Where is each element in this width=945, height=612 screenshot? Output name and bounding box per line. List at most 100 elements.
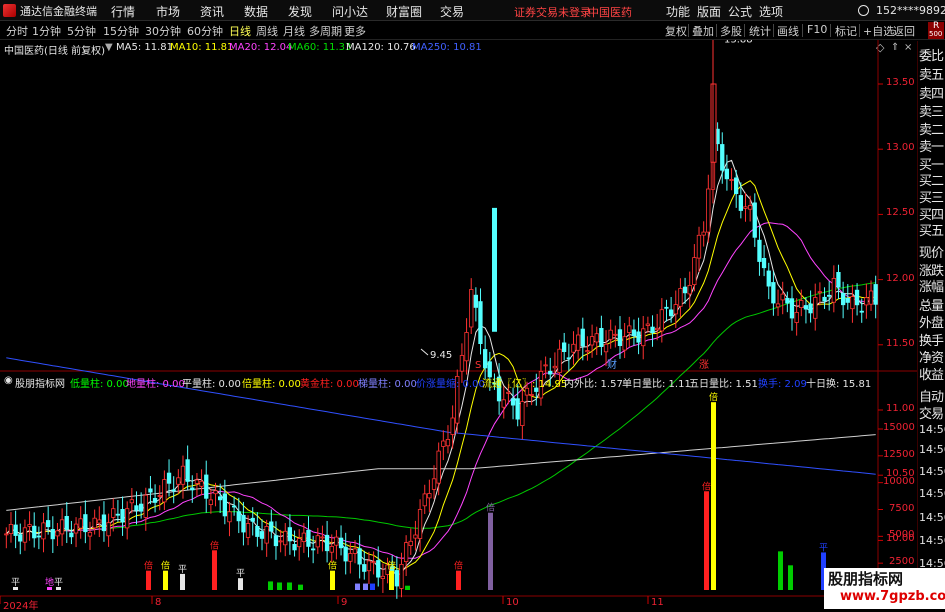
user-id[interactable]: 152****9892	[876, 4, 945, 17]
duogu-button[interactable]: 多股	[720, 23, 742, 39]
indicator-name[interactable]: 股朋指标网	[15, 375, 65, 390]
candle-body	[650, 326, 655, 334]
menu-caifuquan[interactable]: 财富圈	[386, 3, 422, 20]
quote-label-pct[interactable]: 涨幅	[919, 276, 944, 295]
menu-hangqing[interactable]: 行情	[111, 3, 135, 20]
volume-bar-label: 倍	[454, 560, 463, 572]
candle-body	[245, 523, 251, 538]
quote-label-buy5[interactable]: 买五	[919, 220, 944, 239]
candle-body	[859, 310, 864, 313]
quote-label-sell1[interactable]: 卖一	[919, 136, 944, 155]
quote-label-sell3[interactable]: 卖三	[919, 101, 944, 120]
period-fenshi[interactable]: 分时	[6, 23, 28, 39]
toolbar-divider	[859, 24, 860, 37]
huaxian-button[interactable]: 画线	[777, 23, 799, 39]
candle-body	[399, 564, 404, 589]
period-60min[interactable]: 60分钟	[187, 23, 223, 39]
quote-label-price[interactable]: 现价	[919, 242, 944, 261]
candle-body	[227, 511, 232, 523]
candle-body	[706, 188, 711, 233]
period-week[interactable]: 周线	[256, 23, 278, 39]
low-price-label: 9.45	[430, 350, 452, 361]
candle-body	[743, 206, 748, 209]
candle-body	[408, 540, 413, 546]
candle-body	[571, 343, 576, 353]
candle-body	[478, 301, 483, 345]
back-button[interactable]: 返回	[893, 23, 915, 39]
trade-label[interactable]: 交易	[919, 403, 944, 422]
menu-faxian[interactable]: 发现	[288, 3, 312, 20]
candle-body	[134, 505, 139, 511]
chart-area[interactable]: 平地平倍倍平倍平倍倍倍倍倍倍平 13.889.45S财涨	[0, 40, 917, 609]
candle-body	[255, 526, 260, 537]
candle-body	[775, 303, 781, 308]
indicator-field: 五日量比: 1.51	[689, 379, 758, 390]
quote-label-outer[interactable]: 外盘	[919, 312, 944, 331]
candle-body	[720, 144, 725, 171]
fuquan-button[interactable]: 复权	[665, 23, 687, 39]
volume-bar	[370, 583, 375, 590]
candle-body	[264, 526, 269, 544]
quote-label-eps[interactable]: 收益	[919, 364, 944, 383]
menu-jiaoyi[interactable]: 交易	[440, 3, 464, 20]
period-5min[interactable]: 5分钟	[67, 23, 96, 39]
menu-xuanxiang[interactable]: 选项	[759, 3, 783, 20]
diejia-button[interactable]: 叠加	[692, 23, 714, 39]
menu-wenxiaoda[interactable]: 问小达	[332, 3, 368, 20]
volume-bar	[389, 570, 394, 590]
volume-tick-label: 2500	[889, 556, 915, 568]
candle-body	[850, 296, 855, 310]
candle-body	[190, 487, 195, 491]
period-day[interactable]: 日线	[229, 23, 251, 39]
quote-label-weibi[interactable]: 委比	[919, 45, 944, 64]
period-month[interactable]: 月线	[283, 23, 305, 39]
dropdown-triangle-icon[interactable]: ◉	[4, 375, 13, 386]
candle-body	[594, 333, 599, 343]
candle-body	[617, 329, 623, 347]
period-more[interactable]: 更多	[344, 23, 366, 39]
candle-body	[599, 327, 604, 347]
menu-shuju[interactable]: 数据	[244, 3, 268, 20]
volume-tick-label: 12500	[883, 448, 915, 460]
candle-body	[69, 532, 74, 538]
candle-body	[729, 179, 734, 181]
candle-body	[278, 540, 283, 543]
volume-bar	[146, 570, 151, 590]
quote-label-sell4[interactable]: 卖四	[919, 83, 944, 102]
menu-shichang[interactable]: 市场	[156, 3, 180, 20]
menu-gongshi[interactable]: 公式	[728, 3, 752, 20]
menu-gongneng[interactable]: 功能	[666, 3, 690, 20]
candle-body	[469, 289, 474, 328]
user-icon[interactable]	[858, 5, 869, 16]
candle-body	[236, 511, 241, 522]
volume-bar	[330, 570, 335, 590]
tongji-button[interactable]: 统计	[749, 23, 771, 39]
candle-body	[417, 509, 423, 539]
candle-body	[148, 488, 153, 493]
period-multi[interactable]: 多周期	[309, 23, 342, 39]
candle-body	[348, 553, 353, 562]
trade-login-warning[interactable]: 证券交易未登录	[514, 4, 591, 20]
menu-banmian[interactable]: 版面	[697, 3, 721, 20]
quote-label-sell5[interactable]: 卖五	[919, 64, 944, 83]
indicator-field: 内外比: 1.57	[564, 379, 623, 390]
candle-body	[199, 480, 204, 487]
toolbar-divider	[744, 24, 745, 37]
period-1min[interactable]: 1分钟	[32, 23, 61, 39]
candle-body	[157, 495, 162, 497]
volume-bar	[355, 583, 360, 590]
candle-body	[641, 328, 646, 347]
volume-bar	[268, 581, 273, 590]
period-30min[interactable]: 30分钟	[145, 23, 181, 39]
candle-body	[403, 542, 409, 562]
add-watchlist-button[interactable]: +自选	[863, 23, 894, 39]
r-badge[interactable]: R 500	[928, 21, 944, 39]
candle-body	[357, 548, 362, 565]
f10-button[interactable]: F10	[807, 23, 827, 36]
candle-body	[813, 297, 818, 319]
period-15min[interactable]: 15分钟	[103, 23, 139, 39]
biaoji-button[interactable]: 标记	[835, 23, 857, 39]
candle-body	[445, 438, 451, 447]
indicator-field: 价涨量缩: 0.00	[416, 379, 485, 390]
menu-zixun[interactable]: 资讯	[200, 3, 224, 20]
